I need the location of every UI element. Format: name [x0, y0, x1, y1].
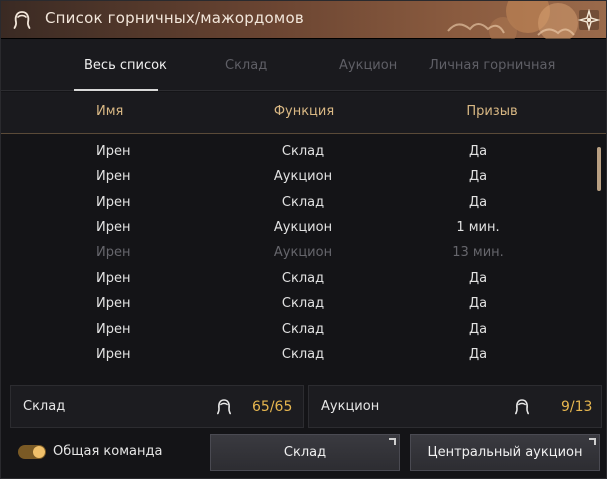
table-row[interactable]: Ирен Склад Да	[1, 318, 591, 343]
row-function: Склад	[281, 322, 325, 337]
row-name: Ирен	[96, 195, 131, 210]
title-bar[interactable]: Список горничных/мажордомов	[1, 1, 606, 39]
storage-counter: Склад 65/65	[10, 385, 304, 428]
compass-icon[interactable]	[578, 9, 600, 31]
tab-all-list[interactable]: Весь список	[84, 58, 167, 73]
maid-icon	[13, 11, 31, 29]
maid-list-window: Список горничных/мажордомов Весь список …	[0, 0, 607, 479]
row-summon: Да	[468, 296, 488, 311]
toggle-knob	[33, 446, 45, 458]
corner-arrow-icon	[589, 438, 596, 445]
central-auction-button[interactable]: Центральный аукцион	[410, 434, 600, 471]
table-row[interactable]: Ирен Склад Да	[1, 343, 591, 368]
maid-table-body: Ирен Склад Да Ирен Аукцион Да Ирен Склад…	[1, 135, 606, 375]
row-function: Аукцион	[273, 169, 333, 184]
row-name: Ирен	[96, 220, 131, 235]
table-row[interactable]: Ирен Аукцион 1 мин.	[1, 216, 591, 241]
row-function: Склад	[281, 271, 325, 286]
column-header-name[interactable]: Имя	[96, 104, 123, 119]
group-command-label[interactable]: Общая команда	[53, 444, 162, 459]
row-summon: 1 мин.	[456, 220, 500, 235]
table-row[interactable]: Ирен Склад Да	[1, 191, 591, 216]
row-function: Склад	[281, 347, 325, 362]
tab-personal-maid[interactable]: Личная горничная	[429, 58, 555, 73]
storage-counter-value: 65/65	[252, 399, 293, 415]
tab-bar: Весь список Склад Аукцион Личная горничн…	[1, 39, 606, 91]
row-summon: Да	[468, 169, 488, 184]
auction-counter: Аукцион 9/13	[308, 385, 602, 428]
table-header: Имя Функция Призыв	[1, 92, 606, 134]
row-name: Ирен	[96, 347, 131, 362]
row-name: Ирен	[96, 271, 131, 286]
row-summon: Да	[468, 195, 488, 210]
row-name: Ирен	[96, 296, 131, 311]
corner-arrow-icon	[389, 438, 396, 445]
storage-button[interactable]: Склад	[210, 434, 400, 471]
row-name: Ирен	[96, 169, 131, 184]
row-summon: Да	[468, 144, 488, 159]
maid-icon	[515, 399, 529, 415]
row-summon: Да	[468, 271, 488, 286]
row-function: Склад	[281, 296, 325, 311]
row-function: Аукцион	[273, 245, 333, 260]
active-tab-indicator	[74, 89, 158, 91]
table-row[interactable]: Ирен Склад Да	[1, 292, 591, 317]
table-row[interactable]: Ирен Аукцион Да	[1, 165, 591, 190]
auction-counter-label: Аукцион	[321, 399, 380, 414]
storage-button-label: Склад	[283, 445, 327, 460]
group-command-toggle[interactable]	[18, 445, 46, 459]
auction-counter-value: 9/13	[561, 399, 593, 415]
tab-auction[interactable]: Аукцион	[339, 58, 397, 73]
table-row[interactable]: Ирен Склад Да	[1, 140, 591, 165]
central-auction-button-label: Центральный аукцион	[427, 445, 583, 460]
row-name: Ирен	[96, 245, 131, 260]
row-summon: 13 мин.	[452, 245, 504, 260]
row-function: Аукцион	[273, 220, 333, 235]
row-summon: Да	[468, 347, 488, 362]
tab-storage[interactable]: Склад	[225, 58, 267, 73]
window-title: Список горничных/мажордомов	[45, 9, 304, 27]
table-scrollbar[interactable]	[597, 147, 601, 191]
storage-counter-label: Склад	[23, 399, 66, 414]
row-name: Ирен	[96, 144, 131, 159]
row-name: Ирен	[96, 322, 131, 337]
row-function: Склад	[281, 144, 325, 159]
maid-icon	[217, 399, 231, 415]
table-row[interactable]: Ирен Аукцион 13 мин.	[1, 241, 591, 266]
row-summon: Да	[468, 322, 488, 337]
column-header-summon[interactable]: Призыв	[466, 104, 517, 119]
row-function: Склад	[281, 195, 325, 210]
column-header-function[interactable]: Функция	[274, 104, 334, 119]
table-row[interactable]: Ирен Склад Да	[1, 267, 591, 292]
